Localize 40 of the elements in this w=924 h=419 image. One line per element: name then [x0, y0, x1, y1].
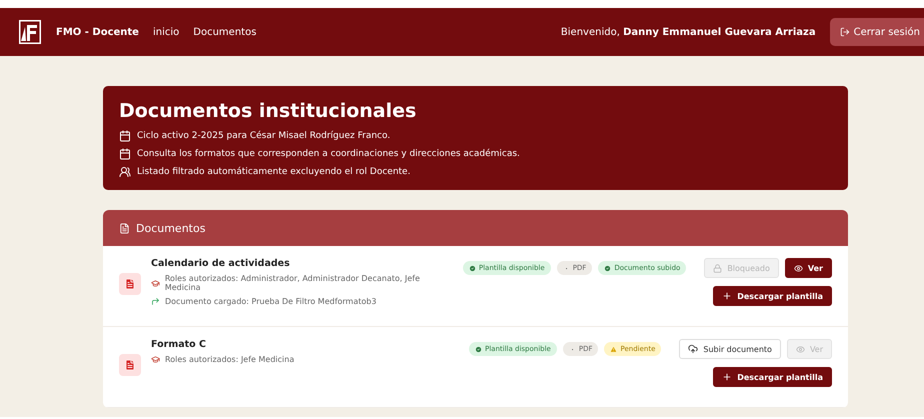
plus-icon: [722, 291, 732, 301]
file-icon: [119, 222, 130, 234]
download-button[interactable]: Descargar plantilla: [713, 286, 832, 306]
eye-icon: [796, 344, 805, 354]
check-icon: [468, 264, 476, 272]
roles-icon: [151, 355, 160, 364]
lock-icon: [713, 264, 722, 272]
document-icon: [119, 273, 141, 295]
eye-icon: [794, 264, 803, 272]
upload-button[interactable]: Subir documento: [679, 339, 781, 359]
hero-text: Listado filtrado automáticamente excluyendo el rol Docente.: [137, 167, 410, 177]
hero-text: Ciclo activo 2-2025 para César Misael Rodríguez Franco.: [137, 131, 390, 141]
document-title: Formato C: [151, 339, 207, 350]
document-icon: [119, 354, 141, 376]
download-button[interactable]: Descargar plantilla: [713, 367, 832, 387]
users-icon: [119, 166, 131, 178]
calendar-icon: [119, 148, 131, 160]
check-icon: [604, 264, 612, 272]
view-button[interactable]: Ver: [784, 258, 832, 278]
check-icon: [475, 346, 482, 352]
upload-icon: [688, 344, 698, 354]
plus-icon: [722, 372, 732, 382]
logout-button[interactable]: Cerrar sesión: [830, 18, 924, 46]
logout-icon: [840, 27, 850, 37]
welcome-text: Bienvenido, Danny Emmanuel Guevara Arriaza: [560, 26, 816, 38]
nav-link[interactable]: Documentos: [193, 26, 256, 38]
hero-text: Consulta los formatos que corresponden a coordinaciones y direcciones académicas.: [137, 149, 520, 159]
roles-text: Roles autorizados: Jefe Medicina: [165, 355, 294, 364]
warning-icon: [610, 346, 618, 352]
hero-title: Documentos institucionales: [119, 100, 418, 122]
card-title: Documentos: [136, 222, 206, 234]
document-title: Calendario de actividades: [151, 258, 291, 269]
brand-title: FMO - Docente: [56, 26, 139, 38]
uploaded-text: Documento cargado: Prueba De Filtro Medformatob3: [165, 297, 376, 306]
nav-link[interactable]: inicio: [152, 26, 180, 38]
calendar-icon: [119, 130, 131, 142]
upload-arrow-icon: [151, 297, 160, 306]
logo-icon: [18, 19, 42, 45]
roles-icon: [151, 278, 160, 288]
roles-text: Roles autorizados: Administrador, Administrador Decanato, Jefe Medicina: [164, 274, 421, 292]
